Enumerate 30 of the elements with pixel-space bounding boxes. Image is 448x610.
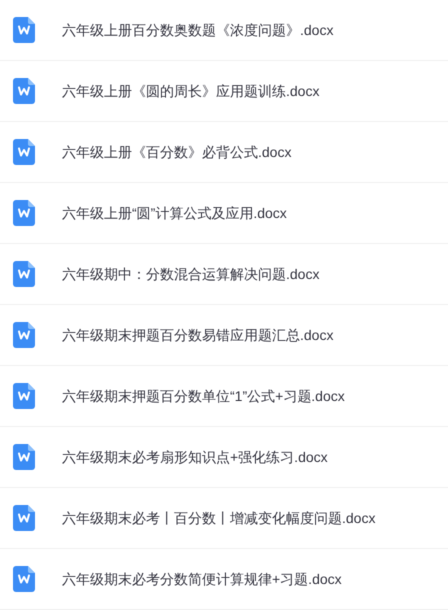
file-name: 六年级期末必考分数简便计算规律+习题.docx bbox=[62, 570, 342, 588]
file-row[interactable]: 六年级期末押题百分数单位“1”公式+习题.docx bbox=[0, 366, 448, 427]
file-name: 六年级期末押题百分数单位“1”公式+习题.docx bbox=[62, 386, 345, 406]
file-name: 六年级上册“圆”计算公式及应用.docx bbox=[62, 204, 287, 222]
file-row[interactable]: 六年级期末必考分数简便计算规律+习题.docx bbox=[0, 549, 448, 610]
file-name: 六年级上册《百分数》必背公式.docx bbox=[62, 142, 292, 162]
file-row[interactable]: 六年级期末必考扇形知识点+强化练习.docx bbox=[0, 427, 448, 488]
word-document-icon bbox=[13, 139, 35, 165]
word-document-icon bbox=[13, 383, 35, 409]
file-row[interactable]: 六年级期末必考丨百分数丨增减变化幅度问题.docx bbox=[0, 488, 448, 549]
file-name: 六年级上册百分数奥数题《浓度问题》.docx bbox=[62, 20, 334, 40]
word-document-icon bbox=[13, 444, 35, 470]
file-row[interactable]: 六年级期中：分数混合运算解决问题.docx bbox=[0, 244, 448, 305]
word-document-icon bbox=[13, 322, 35, 348]
file-row[interactable]: 六年级上册百分数奥数题《浓度问题》.docx bbox=[0, 0, 448, 61]
file-row[interactable]: 六年级上册“圆”计算公式及应用.docx bbox=[0, 183, 448, 244]
file-row[interactable]: 六年级上册《圆的周长》应用题训练.docx bbox=[0, 61, 448, 122]
word-document-icon bbox=[13, 78, 35, 104]
file-name: 六年级期末必考扇形知识点+强化练习.docx bbox=[62, 448, 328, 466]
file-row[interactable]: 六年级上册《百分数》必背公式.docx bbox=[0, 122, 448, 183]
file-row[interactable]: 六年级期末押题百分数易错应用题汇总.docx bbox=[0, 305, 448, 366]
file-name: 六年级期中：分数混合运算解决问题.docx bbox=[62, 264, 320, 284]
file-name: 六年级期末必考丨百分数丨增减变化幅度问题.docx bbox=[62, 508, 376, 528]
file-name: 六年级期末押题百分数易错应用题汇总.docx bbox=[62, 326, 334, 344]
word-document-icon bbox=[13, 261, 35, 287]
word-document-icon bbox=[13, 505, 35, 531]
word-document-icon bbox=[13, 566, 35, 592]
word-document-icon bbox=[13, 17, 35, 43]
file-name: 六年级上册《圆的周长》应用题训练.docx bbox=[62, 82, 320, 100]
word-document-icon bbox=[13, 200, 35, 226]
